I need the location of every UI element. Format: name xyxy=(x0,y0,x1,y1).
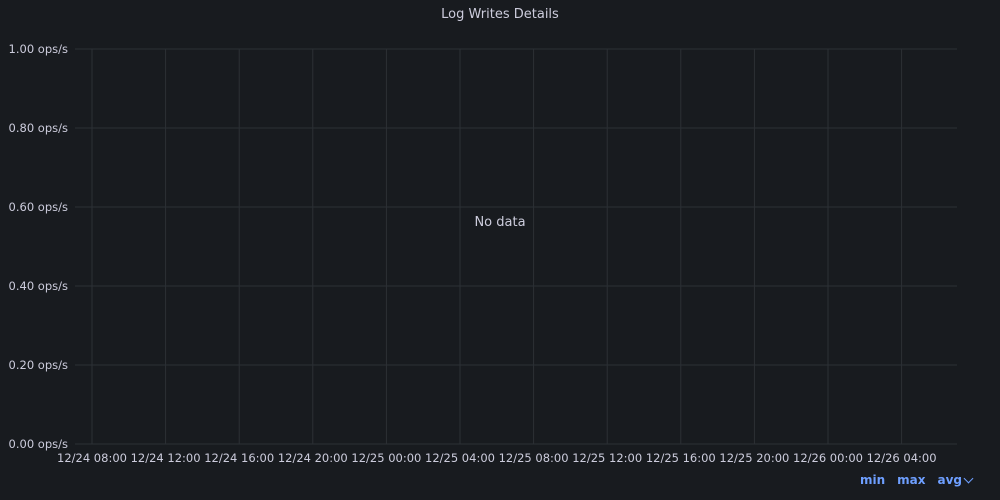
legend-max-button[interactable]: max xyxy=(897,473,925,487)
y-tick-label: 0.60 ops/s xyxy=(9,200,68,214)
legend-max-label: max xyxy=(897,473,926,487)
legend-avg-label: avg xyxy=(937,473,962,487)
y-tick-label: 0.20 ops/s xyxy=(9,358,68,372)
legend-min-label: min xyxy=(859,473,886,487)
x-tick-label: 12/26 04:00 xyxy=(867,451,937,465)
x-tick-label: 12/24 12:00 xyxy=(131,451,201,465)
x-tick-label: 12/25 04:00 xyxy=(425,451,495,465)
graph-panel: Log Writes Details 1.00 ops/s 0.80 ops/s 0… xyxy=(0,0,1000,500)
no-data-message: No data xyxy=(474,215,526,230)
x-tick-label: 12/24 20:00 xyxy=(278,451,348,465)
x-tick-label: 12/25 08:00 xyxy=(499,451,569,465)
legend-controls: min max avg xyxy=(860,473,974,487)
chevron-down-icon xyxy=(963,473,974,483)
plot-area: 1.00 ops/s 0.80 ops/s 0.60 ops/s 0.40 ops/s… xyxy=(9,42,957,465)
y-tick-label: 1.00 ops/s xyxy=(9,42,68,56)
x-tick-label: 12/25 20:00 xyxy=(719,451,789,465)
legend-avg-button[interactable]: avg xyxy=(937,473,974,487)
y-axis: 1.00 ops/s 0.80 ops/s 0.60 ops/s 0.40 ops/s… xyxy=(9,42,68,451)
x-tick-label: 12/25 16:00 xyxy=(646,451,716,465)
x-tick-label: 12/24 16:00 xyxy=(204,451,274,465)
legend-min-button[interactable]: min xyxy=(860,473,885,487)
x-tick-label: 12/24 08:00 xyxy=(57,451,127,465)
y-tick-label: 0.80 ops/s xyxy=(9,121,68,135)
x-tick-label: 12/25 00:00 xyxy=(351,451,421,465)
grid-lines xyxy=(75,48,957,445)
x-tick-label: 12/26 00:00 xyxy=(793,451,863,465)
x-tick-label: 12/25 12:00 xyxy=(572,451,642,465)
x-axis: 12/24 08:00 12/24 12:00 12/24 16:00 12/24 2… xyxy=(57,451,937,465)
y-tick-label: 0.40 ops/s xyxy=(9,279,68,293)
y-tick-label: 0.00 ops/s xyxy=(9,437,68,451)
